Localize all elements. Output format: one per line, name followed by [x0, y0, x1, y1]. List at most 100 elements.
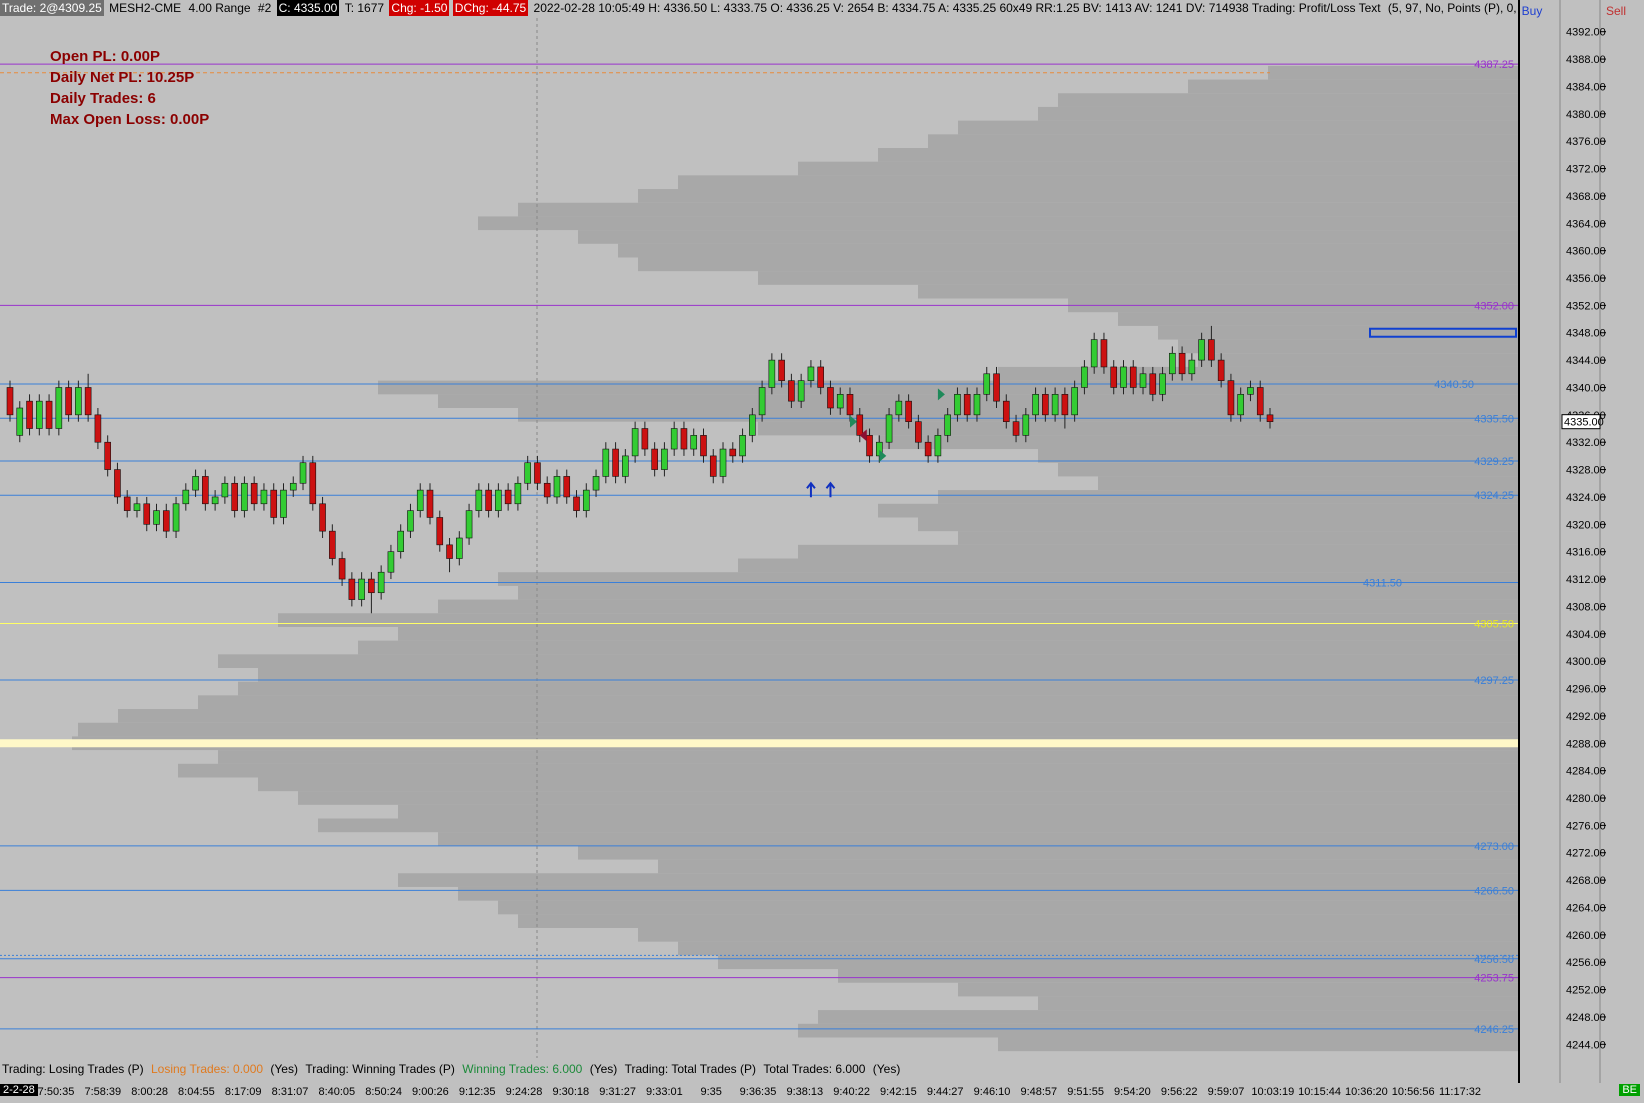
open-pl: Open PL: 0.00P [50, 48, 161, 65]
bear-candle [1129, 366, 1137, 388]
bull-candle [1139, 373, 1147, 388]
bear-candle [1178, 352, 1186, 375]
bull-candle [592, 476, 600, 491]
bear-candle [123, 496, 131, 511]
chart-svg[interactable]: 4387.25 4352.00 4340.50 4335.50 4329.25 4324.… [0, 0, 1644, 1103]
x-tick-label: 9:42:15 [880, 1086, 917, 1098]
bear-candle [1061, 394, 1069, 416]
y-tick-label: 4268.00 [1566, 875, 1606, 887]
y-tick-label: 4380.00 [1566, 109, 1606, 121]
volume-profile-bar [498, 900, 1518, 915]
bull-candle [1120, 366, 1127, 388]
bull-candle [944, 414, 951, 436]
bull-candle [807, 366, 815, 381]
volume-profile-bar [518, 202, 1518, 217]
chart-container[interactable]: 4387.25 4352.00 4340.50 4335.50 4329.25 4324.… [0, 0, 1644, 1103]
bull-candle [983, 373, 991, 395]
bear-candle [348, 578, 356, 600]
total-trades-label: Trading: Total Trades (P) [624, 1062, 757, 1076]
bear-candle [641, 428, 649, 450]
x-tick-label: 8:40:05 [318, 1086, 356, 1098]
bull-candle [221, 482, 229, 498]
bear-candle [426, 489, 434, 518]
volume-profile-bar [798, 1023, 1518, 1038]
bull-candle [1237, 394, 1244, 416]
bull-candle [582, 489, 590, 511]
y-tick-label: 4324.00 [1566, 492, 1606, 504]
bull-candle [895, 400, 903, 416]
x-tick-label: 8:50:24 [365, 1086, 402, 1098]
volume-profile-bar [838, 969, 1518, 983]
bull-candle [1051, 394, 1059, 416]
x-tick-label: 9:46:10 [973, 1086, 1011, 1098]
sell-button[interactable]: Sell [1592, 2, 1640, 20]
y-tick-label: 4276.00 [1566, 820, 1606, 832]
chart-header: Trade: 2@4309.25 MESH2-CME 4.00 Range #2… [0, 0, 1518, 16]
y-tick-label: 4364.00 [1566, 218, 1606, 230]
volume-profile-bar [798, 161, 1518, 176]
total-trades-value: Total Trades: 6.000 [763, 1062, 866, 1076]
volume-profile-bar [678, 175, 1518, 190]
volume-profile-bar [398, 873, 1518, 887]
x-tick-label: 7:58:39 [84, 1086, 122, 1098]
daily-net-pl: Daily Net PL: 10.25P [50, 69, 195, 86]
volume-profile-bar [258, 777, 1518, 792]
y-tick-label: 4376.00 [1566, 136, 1606, 148]
buy-button[interactable]: Buy [1508, 2, 1556, 20]
y-tick-label: 4256.00 [1566, 957, 1606, 969]
bear-candle [26, 400, 33, 429]
winning-trades-value: Winning Trades: 6.000 [462, 1062, 583, 1076]
bear-candle [1208, 339, 1215, 361]
x-tick-label: 10:15:44 [1298, 1086, 1342, 1098]
volume-profile-bar [378, 380, 1518, 395]
bull-candle [954, 394, 961, 416]
volume-profile-bar [798, 544, 1518, 559]
bull-candle [377, 571, 385, 594]
bear-candle [700, 435, 707, 457]
y-tick-label: 4300.00 [1566, 656, 1606, 668]
level-label: 4246.25 [1474, 1024, 1514, 1036]
volume-profile-bar [1188, 79, 1518, 94]
bull-candle [241, 482, 248, 511]
bull-candle [172, 503, 180, 532]
y-tick-label: 4320.00 [1566, 519, 1606, 531]
bear-candle [1042, 394, 1049, 416]
bull-candle [524, 462, 531, 484]
bull-candle [358, 578, 365, 600]
x-tick-label: 9:35 [700, 1086, 722, 1098]
volume-profile-bar [198, 695, 1518, 710]
bear-candle [573, 496, 580, 511]
bear-candle [1100, 339, 1108, 368]
x-tick-label: 8:17:09 [224, 1086, 262, 1098]
bear-candle [866, 435, 873, 457]
bull-candle [495, 489, 502, 511]
y-tick-label: 4252.00 [1566, 985, 1606, 997]
volume-profile-bar [298, 791, 1518, 805]
bear-candle [485, 489, 492, 511]
x-tick-label: 8:31:07 [271, 1086, 309, 1098]
bull-candle [602, 448, 610, 477]
bull-candle [739, 435, 746, 457]
volume-profile-bar [1058, 462, 1518, 477]
bull-candle [133, 503, 141, 511]
bull-candle [1032, 394, 1039, 416]
bear-candle [729, 448, 737, 457]
y-tick-label: 4344.00 [1566, 355, 1606, 367]
y-tick-label: 4284.00 [1566, 766, 1606, 778]
volume-profile-bar [398, 804, 1518, 819]
bull-candle [299, 462, 307, 484]
bear-candle [368, 578, 375, 594]
volume-profile-bar [278, 613, 1518, 627]
bear-candle [162, 510, 170, 532]
bear-candle [1266, 414, 1274, 422]
bull-candle [758, 387, 766, 416]
volume-profile-bar [638, 257, 1518, 272]
bear-candle [778, 359, 785, 381]
volume-profile-bar [478, 216, 1518, 231]
bear-candle [45, 400, 53, 429]
bear-candle [143, 503, 151, 525]
bull-candle [1159, 373, 1166, 395]
time-axis[interactable]: 7:50:35 7:58:39 8:00:28 8:04:55 8:17:09 8:31:… [0, 1083, 1644, 1103]
x-tick-label: 9:48:57 [1020, 1086, 1058, 1098]
x-tick-label: 10:03:19 [1251, 1086, 1295, 1098]
